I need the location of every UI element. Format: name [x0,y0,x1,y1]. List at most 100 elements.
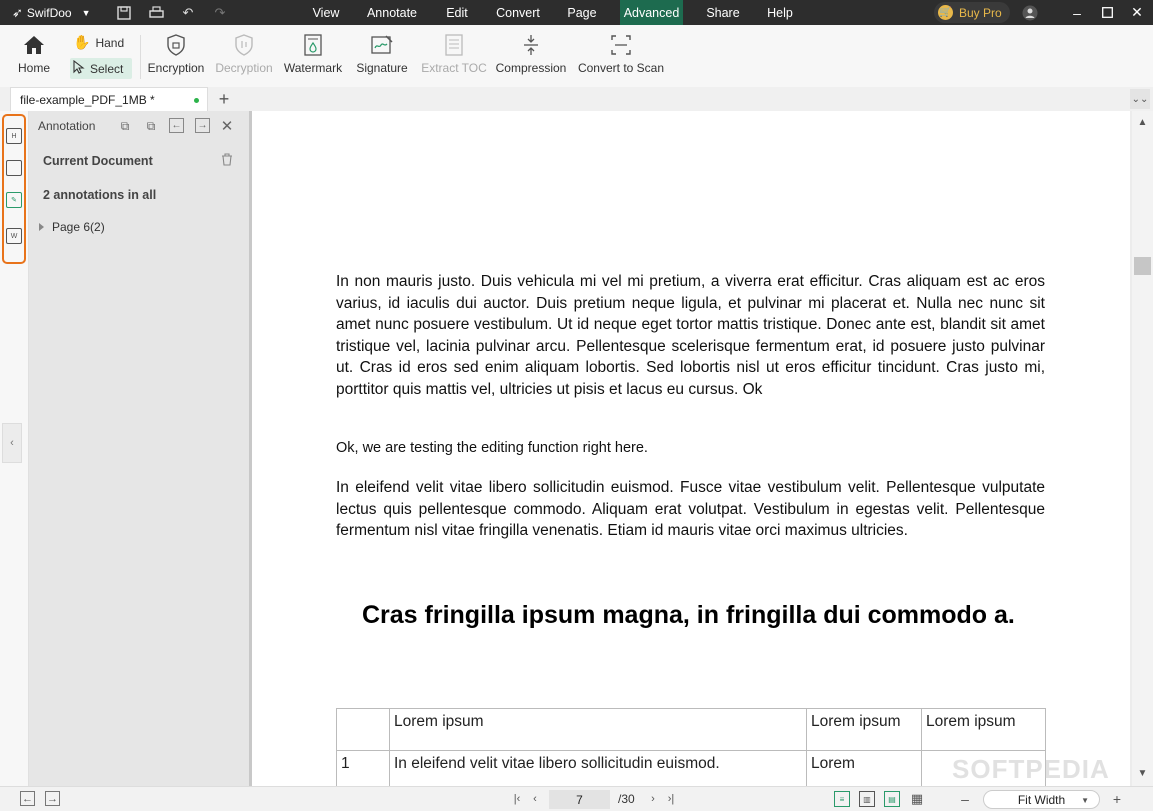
bookmark-panel-icon[interactable]: H [6,128,22,144]
signature-button[interactable]: Signature [351,33,413,83]
scroll-view-icon[interactable]: ▤ [884,791,900,807]
softpedia-watermark: SOFTPEDIA [952,754,1110,784]
single-page-view-icon[interactable]: ≡ [834,791,850,807]
document-list-icon [442,33,466,57]
scrollbar-thumb[interactable] [1134,257,1151,275]
undo-icon[interactable]: ↶ [178,3,198,22]
arrow-right-icon[interactable]: → [195,118,210,133]
menu-page[interactable]: Page [563,0,601,25]
app-menu[interactable]: ➶ SwifDoo ▼ [12,0,91,25]
buy-pro-label: Buy Pro [959,5,1002,20]
extract-toc-button[interactable]: Extract TOC [421,33,487,83]
menu-view[interactable]: View [306,0,346,25]
compress-icon [519,33,543,57]
maximize-icon[interactable] [1093,0,1121,25]
minimize-icon[interactable]: – [1063,0,1091,25]
annotation-count: 2 annotations in all [43,188,157,202]
extract-toc-label: Extract TOC [421,61,487,75]
save-icon[interactable] [114,3,134,22]
close-window-icon[interactable]: ✕ [1123,0,1151,25]
table-cell [336,708,390,751]
home-icon [22,33,46,57]
panel-title: Annotation [38,119,96,133]
table-row: 1 In eleifend velit vitae libero sollici… [336,750,1046,786]
collapse-left-icon[interactable]: ← [20,791,35,806]
table-cell: Lorem ipsum [921,708,1046,751]
expand-triangle-icon [39,223,44,231]
chevron-left-icon[interactable]: ‹ [2,423,22,463]
close-panel-icon[interactable]: ✕ [219,118,235,135]
last-page-icon[interactable]: ›| [663,791,679,807]
expand-right-icon[interactable]: → [45,791,60,806]
table-cell: In eleifend velit vitae libero sollicitu… [389,750,807,786]
app-name: SwifDoo [26,5,72,20]
compression-button[interactable]: Compression [494,33,568,83]
select-tool-button[interactable]: Select [70,58,132,79]
page-node[interactable]: Page 6(2) [39,220,105,234]
next-page-icon[interactable]: › [645,791,661,807]
hand-tool-button[interactable]: ✋ Hand [70,32,132,53]
hand-label: Hand [95,35,125,50]
encryption-label: Encryption [147,61,205,75]
document-tab-strip: file-example_PDF_1MB * + ⌄⌄ [0,87,1153,111]
document-tab-title: file-example_PDF_1MB * [20,92,155,107]
previous-page-icon[interactable]: ‹ [527,791,543,807]
print-icon[interactable] [146,3,166,22]
table-cell: 1 [336,750,390,786]
menu-advanced[interactable]: Advanced [620,0,683,25]
scroll-up-icon[interactable]: ▲ [1132,112,1153,132]
scan-icon [609,33,633,57]
decryption-label: Decryption [215,61,273,75]
expand-all-icon[interactable]: ⧉ [117,118,133,134]
lock-shield-icon [164,33,188,57]
current-document-label: Current Document [43,154,153,168]
convert-to-scan-label: Convert to Scan [577,61,665,75]
menu-edit[interactable]: Edit [438,0,476,25]
paragraph: Ok, we are testing the editing function … [336,440,648,456]
document-tab[interactable]: file-example_PDF_1MB * [10,87,208,111]
zoom-select[interactable]: Fit Width ▼ [983,790,1100,809]
table-cell: Lorem [806,750,922,786]
watermark-icon [301,33,325,57]
menu-help[interactable]: Help [762,0,798,25]
watermark-button[interactable]: Watermark [282,33,344,83]
zoom-in-icon[interactable]: + [1109,791,1125,807]
section-heading: Cras fringilla ipsum magna, in fringilla… [362,601,1015,629]
zoom-out-icon[interactable]: – [957,791,973,807]
thumbnail-grid-icon[interactable]: ▦ [909,791,925,807]
home-button[interactable]: Home [14,33,54,83]
arrow-left-icon[interactable]: ← [169,118,184,133]
table-cell: Lorem ipsum [389,708,807,751]
decryption-button[interactable]: Decryption [213,33,275,83]
paragraph: In non mauris justo. Duis vehicula mi ve… [336,273,1045,398]
redo-icon[interactable]: ↷ [210,3,230,22]
buy-pro-button[interactable]: 🛒 Buy Pro [934,2,1010,23]
menu-share[interactable]: Share [703,0,743,25]
document-table: Lorem ipsum Lorem ipsum Lorem ipsum 1 In… [336,708,1046,786]
attachment-panel-icon[interactable]: W [6,228,22,244]
account-icon[interactable] [1016,0,1044,25]
page-node-label: Page 6(2) [52,220,105,234]
vertical-scrollbar[interactable]: ▲ ▼ [1132,111,1153,786]
scroll-down-icon[interactable]: ▼ [1132,763,1153,783]
compression-label: Compression [495,61,567,75]
encryption-button[interactable]: Encryption [145,33,207,83]
convert-to-scan-button[interactable]: Convert to Scan [577,33,665,83]
zoom-value: Fit Width [1017,792,1066,807]
table-row: Lorem ipsum Lorem ipsum Lorem ipsum [336,708,1046,751]
double-chevron-down-icon[interactable]: ⌄⌄ [1130,89,1150,109]
title-bar: ➶ SwifDoo ▼ ↶ ↷ View Annotate Edit Conve… [0,0,1153,25]
thumbnail-panel-icon[interactable] [6,160,22,176]
left-icon-rail: H ✎ W ‹ [0,111,29,786]
collapse-all-icon[interactable]: ⧉ [143,118,159,134]
status-bar: ← → |‹ ‹ /30 › ›| ≡ ▥ ▤ ▦ – Fit Width ▼ … [0,786,1153,811]
menu-annotate[interactable]: Annotate [362,0,422,25]
annotation-panel-icon[interactable]: ✎ [6,192,22,208]
first-page-icon[interactable]: |‹ [509,791,525,807]
new-tab-plus-icon[interactable]: + [216,87,232,111]
menu-convert[interactable]: Convert [491,0,545,25]
page-number-input[interactable] [549,790,610,809]
signature-icon [370,33,394,57]
trash-icon[interactable] [221,153,235,167]
two-page-view-icon[interactable]: ▥ [859,791,875,807]
